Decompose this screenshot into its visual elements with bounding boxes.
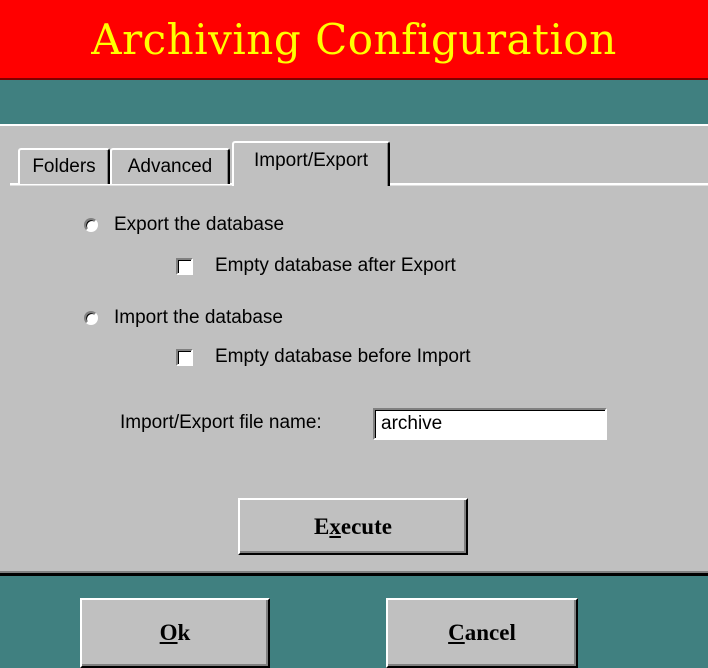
empty-before-import-option[interactable]: Empty database before Import	[176, 346, 471, 368]
execute-label-pre: E	[314, 513, 330, 539]
import-label: Import the database	[114, 307, 283, 328]
tab-panel: Folders Advanced Import/Export Export th…	[0, 124, 708, 576]
cancel-label-post: ancel	[464, 620, 516, 645]
import-radio[interactable]	[84, 311, 98, 325]
tab-folders[interactable]: Folders	[18, 148, 110, 184]
execute-button[interactable]: Ex ecute	[238, 498, 468, 555]
export-label: Export the database	[114, 214, 285, 235]
export-radio[interactable]	[84, 218, 98, 232]
cancel-mnemonic: C	[448, 620, 465, 645]
window-title: Archiving Configuration	[91, 14, 617, 64]
empty-after-export-label: Empty database after Export	[215, 255, 456, 276]
execute-mnemonic: x	[329, 513, 341, 539]
execute-label-post: ecute	[340, 513, 392, 539]
ok-button[interactable]: Ok	[80, 598, 270, 668]
tab-import-export[interactable]: Import/Export	[232, 141, 390, 186]
import-option[interactable]: Import the database	[84, 307, 283, 329]
ok-label-post: k	[177, 620, 191, 645]
ok-mnemonic: O	[159, 620, 178, 645]
file-name-input[interactable]	[373, 408, 607, 440]
title-bar: Archiving Configuration	[0, 0, 708, 80]
empty-before-import-checkbox[interactable]	[176, 348, 193, 366]
empty-after-export-checkbox[interactable]	[176, 257, 193, 275]
cancel-button[interactable]: Cancel	[386, 598, 578, 668]
panel-bottom-edge	[0, 571, 708, 573]
tab-advanced[interactable]: Advanced	[110, 148, 230, 184]
file-name-label: Import/Export file name:	[120, 412, 322, 433]
empty-before-import-label: Empty database before Import	[215, 346, 471, 367]
empty-after-export-option[interactable]: Empty database after Export	[176, 255, 456, 277]
export-option[interactable]: Export the database	[84, 214, 284, 236]
